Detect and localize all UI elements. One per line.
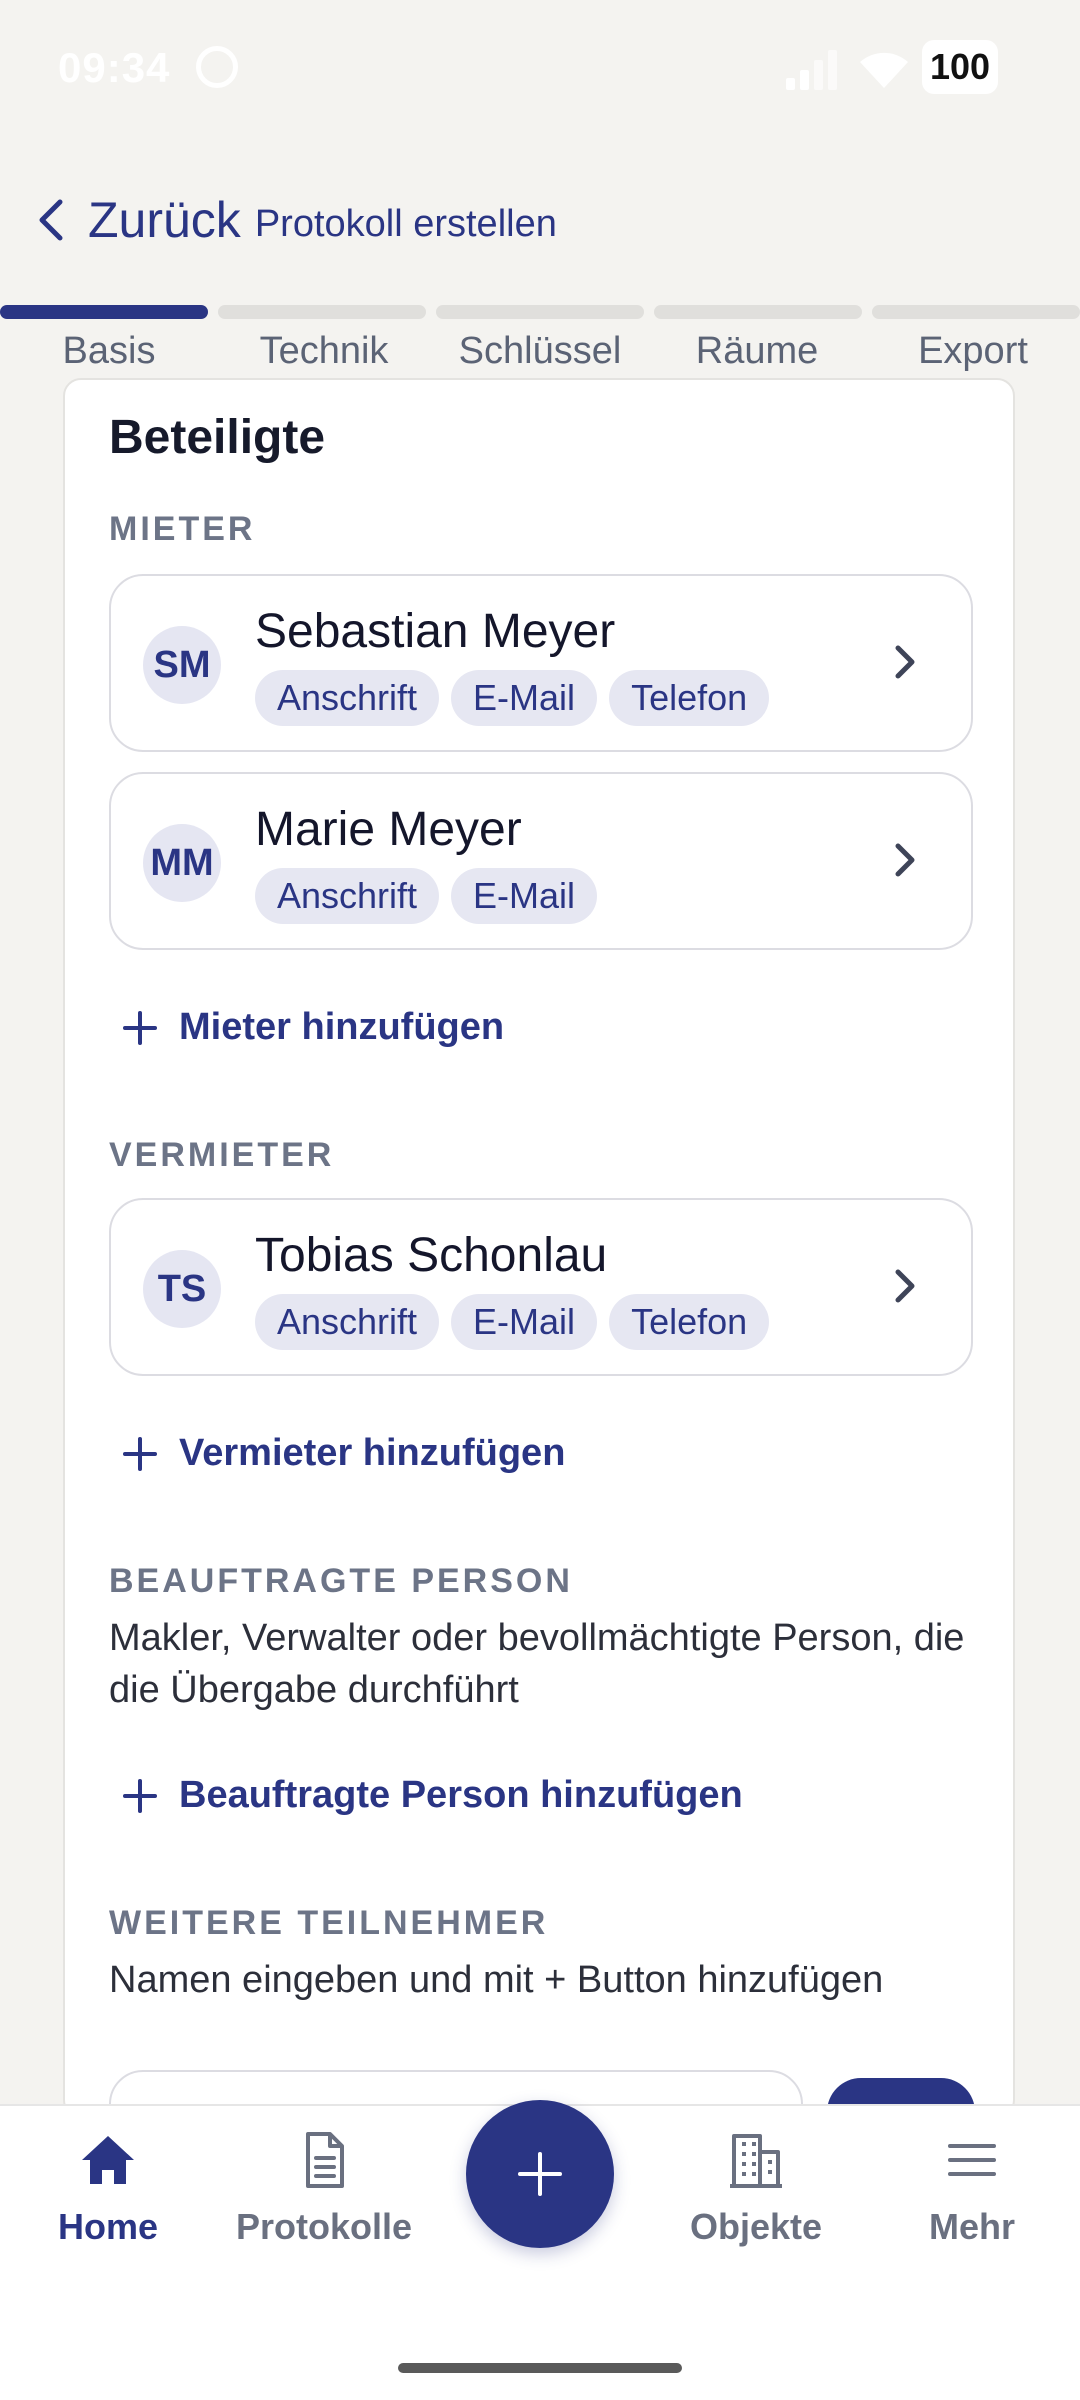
participants-label: WEITERE TEILNEHMER bbox=[109, 1904, 549, 1942]
page-title: Protokoll erstellen bbox=[254, 202, 557, 245]
chevron-right-icon bbox=[895, 843, 915, 877]
person-name: Tobias Schonlau bbox=[255, 1229, 608, 1282]
nav-label: Mehr bbox=[928, 2206, 1015, 2247]
avatar: TS bbox=[143, 1250, 221, 1328]
step-bar-schluessel bbox=[436, 305, 644, 319]
plus-icon bbox=[123, 1010, 157, 1045]
wifi-icon bbox=[860, 52, 908, 88]
nav-label: Objekte bbox=[689, 2206, 823, 2247]
add-tenant-label: Mieter hinzufügen bbox=[179, 1006, 505, 1048]
nav-home[interactable]: Home bbox=[8, 2128, 208, 2248]
nav-objekte[interactable]: Objekte bbox=[656, 2128, 856, 2248]
avatar: SM bbox=[143, 626, 221, 704]
nav-mehr[interactable]: Mehr bbox=[872, 2128, 1072, 2248]
home-icon bbox=[82, 2136, 134, 2184]
nav-label: Protokolle bbox=[235, 2206, 413, 2247]
tag-phone: Telefon bbox=[609, 1294, 770, 1350]
agent-description: Makler, Verwalter oder bevollmächtigte P… bbox=[109, 1617, 965, 1711]
add-agent-button[interactable]: Beauftragte Person hinzufügen bbox=[123, 1774, 743, 1817]
tag-address: Anschrift bbox=[255, 1294, 440, 1350]
tag-email: E-Mail bbox=[451, 1294, 598, 1350]
landlord-card-tobias-schonlau[interactable]: TS Tobias Schonlau Anschrift E-Mail Tele… bbox=[109, 1198, 973, 1376]
tag-address: Anschrift bbox=[255, 670, 440, 726]
tab-raeume[interactable]: Räume bbox=[648, 330, 866, 373]
chevron-right-icon bbox=[895, 645, 915, 679]
bottom-nav: Home Protokolle Objekte Mehr bbox=[0, 2100, 1080, 2400]
home-indicator bbox=[398, 2363, 682, 2373]
plus-icon bbox=[123, 1436, 157, 1471]
agent-label: BEAUFTRAGTE PERSON bbox=[109, 1562, 573, 1600]
menu-icon bbox=[948, 2144, 996, 2176]
contact-tags: Anschrift E-Mail Telefon bbox=[255, 670, 770, 726]
participants-description: Namen eingeben und mit + Button hinzufüg… bbox=[109, 1959, 884, 2001]
step-bar-basis bbox=[0, 305, 208, 319]
status-bar: 09:34 100 bbox=[0, 0, 1080, 140]
contact-tags: Anschrift E-Mail bbox=[255, 868, 598, 924]
nav-protokolle[interactable]: Protokolle bbox=[224, 2128, 424, 2248]
participants-card: Beteiligte MIETER SM Sebastian Meyer Ans… bbox=[63, 378, 1015, 2118]
person-name: Sebastian Meyer bbox=[255, 605, 616, 658]
tenant-card-marie-meyer[interactable]: MM Marie Meyer Anschrift E-Mail bbox=[109, 772, 973, 950]
add-agent-label: Beauftragte Person hinzufügen bbox=[179, 1774, 743, 1816]
status-time: 09:34 bbox=[58, 44, 171, 91]
header: Zurück Protokoll erstellen bbox=[0, 180, 1080, 260]
back-label: Zurück bbox=[88, 192, 241, 248]
landlords-label: VERMIETER bbox=[109, 1136, 335, 1174]
tab-export[interactable]: Export bbox=[864, 330, 1080, 373]
document-icon bbox=[306, 2132, 344, 2188]
tenant-card-sebastian-meyer[interactable]: SM Sebastian Meyer Anschrift E-Mail Tele… bbox=[109, 574, 973, 752]
tag-address: Anschrift bbox=[255, 868, 440, 924]
chevron-left-icon bbox=[39, 199, 63, 241]
tag-email: E-Mail bbox=[451, 868, 598, 924]
battery-indicator: 100 bbox=[922, 40, 998, 94]
building-icon bbox=[730, 2134, 782, 2188]
stepper-progress bbox=[0, 305, 1080, 319]
tenants-label: MIETER bbox=[109, 510, 256, 548]
stepper-labels: Basis Technik Schlüssel Räume Export bbox=[0, 330, 1080, 380]
tab-basis[interactable]: Basis bbox=[0, 330, 218, 373]
signal-icon bbox=[786, 50, 842, 90]
tag-email: E-Mail bbox=[451, 670, 598, 726]
add-landlord-label: Vermieter hinzufügen bbox=[179, 1432, 566, 1474]
add-landlord-button[interactable]: Vermieter hinzufügen bbox=[123, 1432, 565, 1475]
whatsapp-icon bbox=[196, 46, 238, 88]
card-heading: Beteiligte bbox=[109, 411, 326, 464]
step-bar-technik bbox=[218, 305, 426, 319]
tab-schluessel[interactable]: Schlüssel bbox=[431, 330, 649, 373]
step-bar-raeume bbox=[654, 305, 862, 319]
plus-icon bbox=[123, 1778, 157, 1813]
person-name: Marie Meyer bbox=[255, 803, 522, 856]
avatar: MM bbox=[143, 824, 221, 902]
create-fab-button[interactable] bbox=[466, 2100, 614, 2248]
tag-phone: Telefon bbox=[609, 670, 770, 726]
step-bar-export bbox=[872, 305, 1080, 319]
chevron-right-icon bbox=[895, 1269, 915, 1303]
back-button[interactable]: Zurück bbox=[36, 191, 241, 249]
contact-tags: Anschrift E-Mail Telefon bbox=[255, 1294, 770, 1350]
nav-label: Home bbox=[57, 2206, 159, 2247]
tab-technik[interactable]: Technik bbox=[215, 330, 433, 373]
add-tenant-button[interactable]: Mieter hinzufügen bbox=[123, 1006, 504, 1049]
